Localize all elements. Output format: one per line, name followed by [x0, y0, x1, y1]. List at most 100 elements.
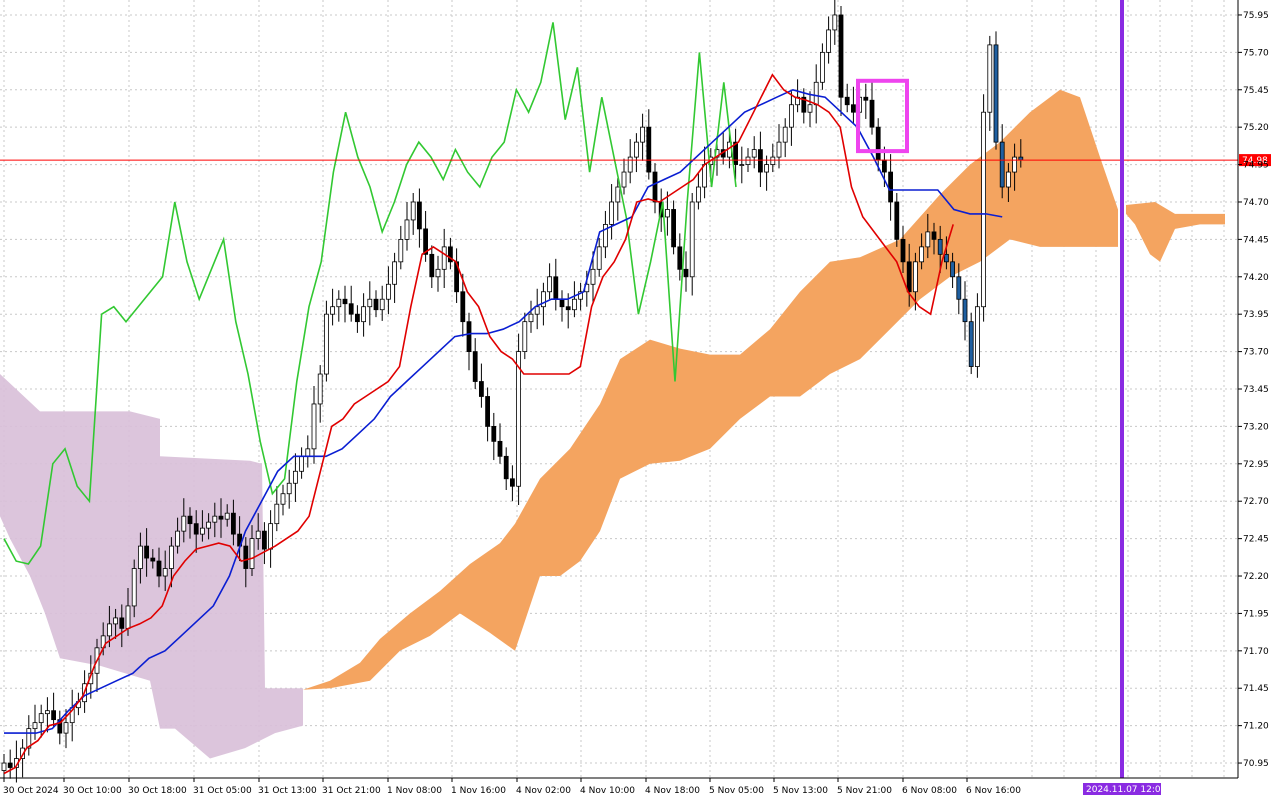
candle-bullish [286, 482, 292, 495]
candle-bullish [175, 530, 181, 547]
candle-bullish [224, 512, 230, 520]
candle-bullish [323, 313, 329, 375]
candle-bullish [137, 545, 143, 569]
candle-bearish [144, 545, 150, 559]
y-tick-label: 73.20 [1243, 422, 1269, 432]
candle-bearish [900, 238, 906, 263]
y-tick-label: 72.20 [1243, 572, 1269, 582]
candle-bearish [373, 298, 379, 311]
candle-bullish [274, 503, 280, 525]
candle-bullish [280, 493, 286, 505]
candle-bearish [553, 276, 559, 300]
candle-bearish [460, 291, 466, 323]
candle-bullish [107, 623, 112, 637]
candle-bullish [199, 527, 205, 535]
candle-bullish [528, 313, 534, 323]
ichimoku-candlestick-chart: 74.982024.11.07 12:00 75.9575.7075.4575.… [0, 0, 1271, 796]
candle-bullish [634, 141, 639, 158]
y-tick-label: 73.70 [1243, 348, 1269, 358]
x-tick-label: 5 Nov 13:00 [773, 786, 828, 796]
candle-bullish [299, 455, 305, 472]
candle-bullish [534, 306, 540, 315]
candle-bullish [385, 283, 391, 300]
candle-bearish [683, 268, 689, 278]
candle-bullish [702, 164, 707, 188]
y-tick-label: 74.20 [1243, 273, 1269, 283]
candle-bullish [627, 156, 633, 173]
y-tick-label: 74.45 [1243, 235, 1269, 245]
candle-bullish [441, 246, 447, 270]
candle-bullish [640, 126, 645, 143]
candle-bullish [317, 373, 323, 405]
candle-bullish [689, 201, 695, 278]
candle-bullish [410, 201, 416, 221]
candle-bearish [243, 545, 249, 569]
candle-bullish [665, 209, 670, 218]
candle-bearish [894, 201, 900, 240]
candle-bullish [38, 713, 44, 724]
y-tick-label: 70.95 [1243, 759, 1269, 769]
candle-bullish [125, 605, 131, 629]
y-tick-label: 71.45 [1243, 684, 1269, 694]
candle-bearish [119, 617, 125, 629]
candle-bearish [466, 321, 472, 352]
candle-bullish [32, 722, 38, 730]
candle-bearish [156, 560, 162, 577]
candle-bearish [491, 426, 497, 442]
candle-bullish [1006, 171, 1011, 188]
candle-bearish [677, 246, 683, 270]
y-tick-label: 75.70 [1243, 48, 1269, 58]
candle-bearish [150, 557, 156, 562]
candle-bearish [193, 523, 199, 535]
x-tick-label: 4 Nov 02:00 [516, 786, 571, 796]
candle-bearish [844, 96, 850, 106]
x-tick-label: 30 Oct 2024 [3, 786, 59, 796]
candle-bearish [950, 261, 955, 278]
y-tick-label: 75.45 [1243, 86, 1269, 96]
x-tick-label: 31 Oct 21:00 [322, 786, 381, 796]
candle-bearish [882, 159, 887, 173]
candle-bullish [739, 164, 745, 166]
candle-bearish [863, 96, 869, 101]
candle-bullish [45, 710, 50, 715]
candle-bearish [999, 141, 1005, 188]
candle-bearish [354, 313, 360, 323]
candle-bullish [913, 261, 918, 293]
candle-bullish [516, 351, 521, 487]
candle-bullish [206, 521, 212, 529]
candle-bullish [764, 164, 769, 173]
candle-bearish [652, 171, 658, 203]
candle-bearish [869, 99, 875, 128]
candle-bullish [379, 298, 385, 311]
candle-bearish [429, 253, 435, 278]
candle-bearish [348, 303, 354, 315]
x-tick-label: 1 Nov 08:00 [387, 786, 442, 796]
candle-bullish [615, 186, 621, 203]
candle-bearish [342, 298, 348, 305]
y-tick-label: 74.70 [1243, 198, 1269, 208]
y-tick-label: 72.70 [1243, 497, 1269, 507]
y-tick-label: 71.20 [1243, 722, 1269, 732]
candle-bullish [572, 298, 577, 311]
candle-bullish [596, 246, 602, 270]
candle-bullish [609, 201, 614, 225]
candle-bullish [330, 306, 336, 315]
candle-bullish [776, 141, 782, 158]
x-tick-label: 31 Oct 05:00 [193, 786, 252, 796]
candle-bullish [813, 81, 819, 106]
x-tick-label: 1 Nov 16:00 [451, 786, 506, 796]
time-marker-label: 2024.11.07 12:00 [1086, 785, 1167, 795]
candle-bullish [751, 149, 757, 158]
candle-bearish [230, 512, 236, 535]
candle-bullish [807, 104, 813, 113]
candle-bullish [181, 515, 187, 532]
x-tick-label: 30 Oct 18:00 [128, 786, 187, 796]
candle-bearish [671, 209, 676, 248]
candle-bearish [937, 238, 943, 255]
y-tick-label: 72.95 [1243, 460, 1269, 470]
candle-bullish [268, 523, 274, 550]
candle-bullish [212, 515, 218, 523]
candle-bearish [968, 321, 974, 367]
candle-bearish [51, 710, 56, 721]
candle-bullish [249, 538, 255, 569]
